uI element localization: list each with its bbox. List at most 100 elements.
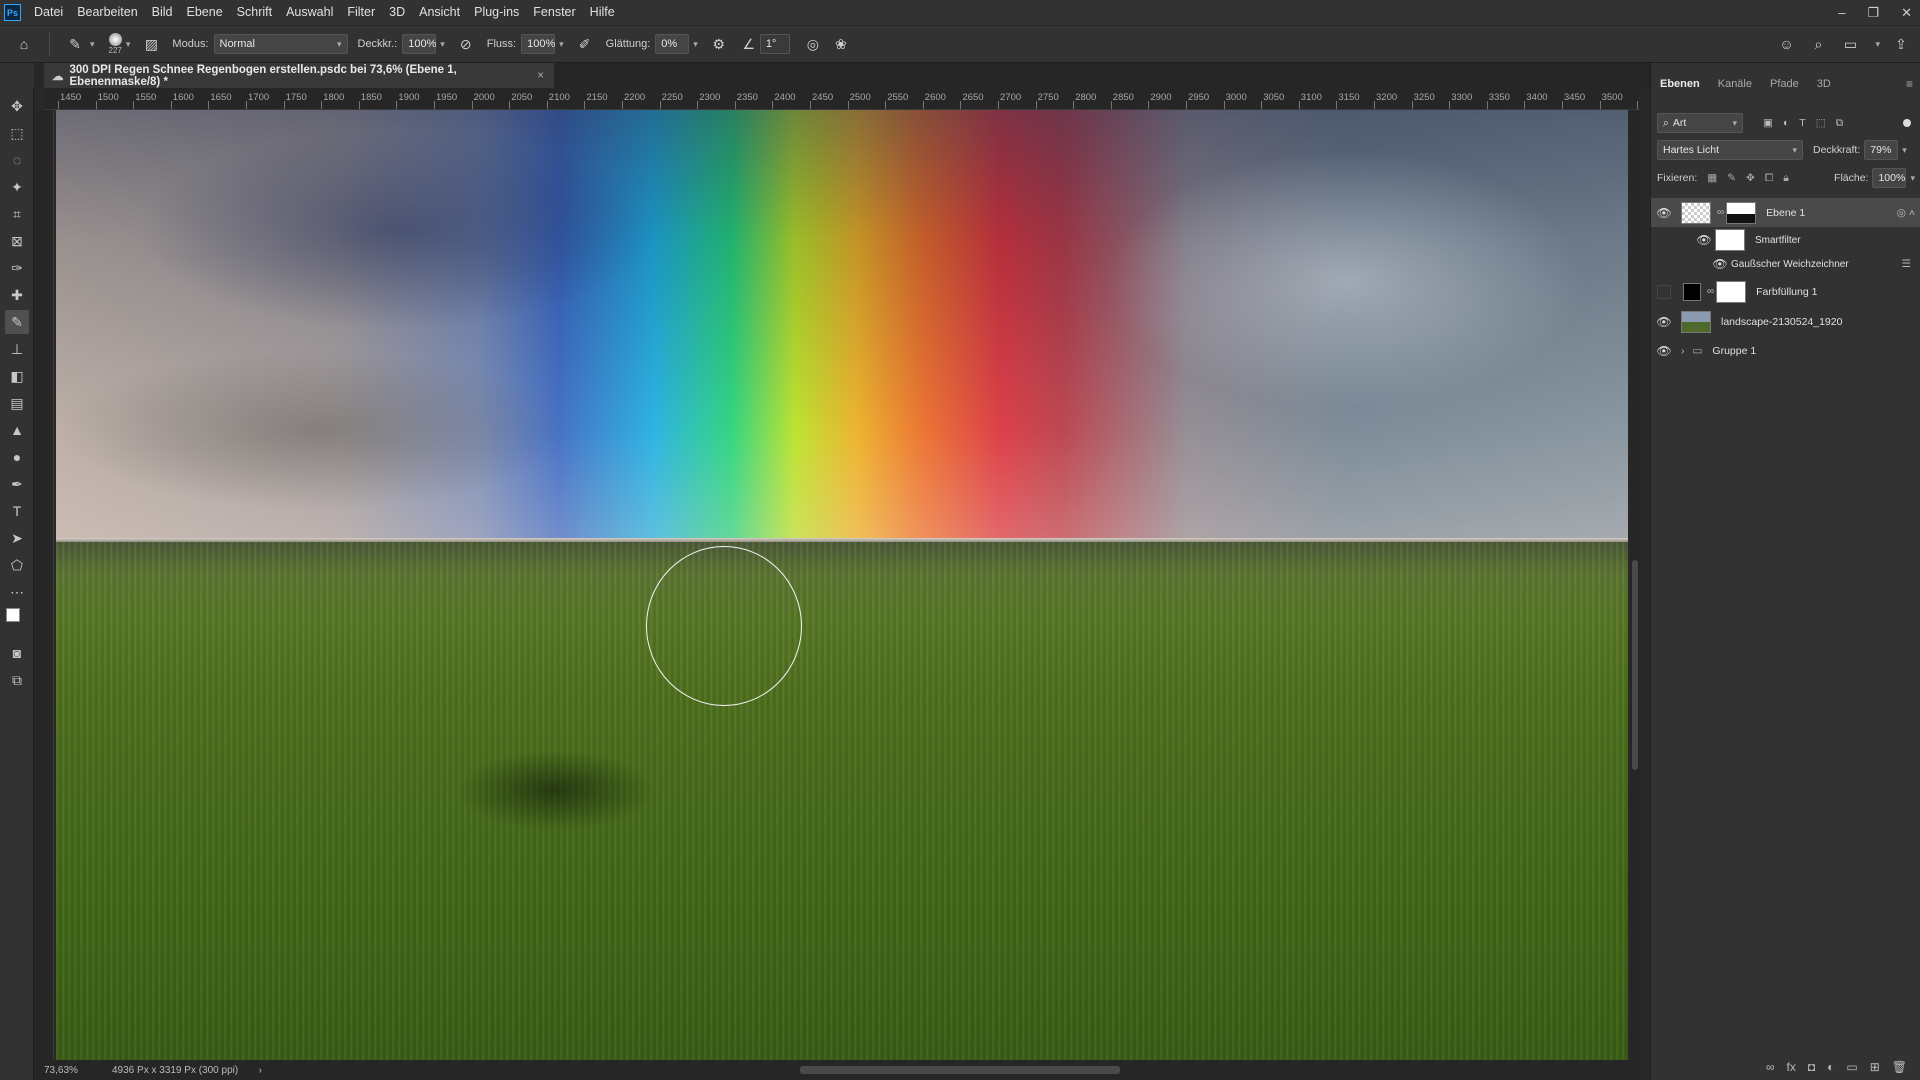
link-layers-icon[interactable]: ∞ — [1766, 1060, 1775, 1074]
layer-filter-select[interactable]: ⌕ Art ▾ — [1657, 113, 1743, 133]
chevron-down-icon[interactable]: ▾ — [1875, 39, 1880, 50]
glaettung-input[interactable]: 0% — [655, 34, 690, 54]
gear-icon[interactable]: ⚙ — [708, 33, 730, 55]
screen-mode-icon[interactable]: ⧉ — [5, 668, 29, 692]
menu-fenster[interactable]: Fenster — [526, 0, 582, 25]
layer-row-landscape[interactable]: 👁︎ landscape-2130524_1920 — [1651, 307, 1920, 336]
chevron-down-icon[interactable]: ▾ — [1902, 145, 1907, 156]
pen-tool-icon[interactable]: ✒ — [5, 472, 29, 496]
eye-hidden-icon[interactable] — [1657, 284, 1671, 299]
layer-opacity-input[interactable]: 79% — [1864, 140, 1899, 160]
chevron-down-icon[interactable]: ▾ — [1910, 173, 1915, 184]
menu-filter[interactable]: Filter — [340, 0, 382, 25]
eye-icon[interactable]: 👁︎ — [1653, 206, 1675, 220]
more-tools-icon[interactable]: ⋯ — [5, 580, 29, 604]
add-mask-icon[interactable]: ◘ — [1808, 1060, 1815, 1074]
airbrush-icon[interactable]: ✐ — [574, 33, 596, 55]
menu-hilfe[interactable]: Hilfe — [583, 0, 622, 25]
smartobject-filter-icon[interactable]: ⧉ — [1836, 117, 1844, 130]
adjustment-layer-icon[interactable]: ◐ — [1827, 1060, 1834, 1074]
layer-row-gaussian-blur[interactable]: 👁︎ Gaußscher Weichzeichner ☰ — [1651, 253, 1920, 275]
trash-icon[interactable]: 🗑︎ — [1892, 1060, 1907, 1074]
horizontal-scrollbar[interactable] — [270, 1060, 1640, 1080]
new-layer-icon[interactable]: ⊞ — [1870, 1060, 1880, 1074]
pressure-size-icon[interactable]: ◎ — [802, 33, 824, 55]
menu-auswahl[interactable]: Auswahl — [279, 0, 340, 25]
deckkraft-input[interactable]: 100% — [402, 34, 436, 54]
new-group-icon[interactable]: ▭ — [1846, 1060, 1857, 1074]
path-selection-tool-icon[interactable]: ➤ — [5, 526, 29, 550]
healing-brush-tool-icon[interactable]: ✚ — [5, 283, 29, 307]
link-icon[interactable]: ∞ — [1707, 286, 1714, 297]
gradient-tool-icon[interactable]: ▤ — [5, 391, 29, 415]
eyedropper-tool-icon[interactable]: ✑ — [5, 256, 29, 280]
status-menu-arrow-icon[interactable]: › — [259, 1065, 262, 1076]
crop-tool-icon[interactable]: ⌗ — [5, 202, 29, 226]
type-filter-icon[interactable]: T — [1799, 117, 1805, 130]
clone-stamp-tool-icon[interactable]: ⊥ — [5, 337, 29, 361]
layer-row-smartfilter[interactable]: 👁︎ Smartfilter — [1651, 227, 1920, 253]
eye-icon[interactable]: 👁︎ — [1653, 344, 1675, 358]
brush-preset-picker[interactable]: 227 — [109, 33, 122, 55]
blur-tool-icon[interactable]: ▲ — [5, 418, 29, 442]
workspace-icon[interactable]: ▭ — [1839, 33, 1861, 55]
lock-pixels-icon[interactable]: ✎ — [1727, 172, 1736, 185]
dodge-tool-icon[interactable]: ● — [5, 445, 29, 469]
brush-settings-icon[interactable]: ▨ — [140, 33, 162, 55]
chevron-right-icon[interactable]: › — [1681, 345, 1685, 357]
menu-ebene[interactable]: Ebene — [180, 0, 230, 25]
lock-all-icon[interactable]: 🔒︎ — [1783, 172, 1789, 185]
brush-tool-icon[interactable]: ✎ — [5, 310, 29, 334]
eye-icon[interactable]: 👁︎ — [1709, 257, 1731, 271]
layer-row-ebene-1[interactable]: 👁︎ ∞ Ebene 1 ◎ ˄ — [1651, 198, 1920, 227]
modus-select[interactable]: Normal ▾ — [213, 34, 348, 54]
chevron-down-icon[interactable]: ▾ — [693, 39, 698, 50]
tab-ebenen[interactable]: Ebenen — [1651, 78, 1709, 90]
menu-bearbeiten[interactable]: Bearbeiten — [70, 0, 144, 25]
shape-filter-icon[interactable]: ⬚ — [1816, 117, 1826, 130]
shape-tool-icon[interactable]: ⬠ — [5, 553, 29, 577]
eye-icon[interactable]: 👁︎ — [1693, 233, 1715, 247]
lock-position-icon[interactable]: ✥ — [1746, 172, 1755, 185]
frame-tool-icon[interactable]: ⊠ — [5, 229, 29, 253]
menu-3d[interactable]: 3D — [382, 0, 412, 25]
share-person-icon[interactable]: ☺ — [1775, 33, 1797, 55]
minimize-button[interactable]: – — [1838, 5, 1845, 20]
filter-toggle-icon[interactable] — [1903, 119, 1911, 127]
foreground-color-swatch[interactable] — [6, 608, 20, 622]
menu-plugins[interactable]: Plug-ins — [467, 0, 526, 25]
chevron-down-icon[interactable]: ▾ — [440, 39, 445, 50]
fill-opacity-input[interactable]: 100% — [1872, 168, 1907, 188]
home-icon[interactable]: ⌂ — [13, 33, 35, 55]
layer-row-gruppe-1[interactable]: 👁︎ › ▭ Gruppe 1 — [1651, 336, 1920, 365]
magic-wand-tool-icon[interactable]: ✦ — [5, 175, 29, 199]
smartfilter-mask-thumbnail[interactable] — [1715, 229, 1745, 251]
zoom-level[interactable]: 73,63% — [44, 1065, 102, 1076]
fx-icon[interactable]: fx — [1787, 1060, 1796, 1074]
chevron-down-icon[interactable]: ▾ — [90, 39, 95, 50]
angle-input[interactable]: 1° — [759, 34, 790, 54]
document-tab[interactable]: ☁ 300 DPI Regen Schnee Regenbogen erstel… — [44, 63, 554, 88]
canvas-area[interactable] — [54, 110, 1640, 1060]
menu-datei[interactable]: Datei — [27, 0, 70, 25]
panel-menu-icon[interactable]: ≡ — [1906, 77, 1913, 91]
blend-mode-select[interactable]: Hartes Licht ▾ — [1657, 140, 1803, 160]
adjustment-filter-icon[interactable]: ◐ — [1783, 117, 1789, 130]
eraser-tool-icon[interactable]: ◧ — [5, 364, 29, 388]
layer-mask-thumbnail[interactable] — [1716, 280, 1747, 303]
tab-kanaele[interactable]: Kanäle — [1709, 78, 1761, 90]
export-icon[interactable]: ⇪ — [1890, 33, 1912, 55]
move-tool-icon[interactable]: ✥ — [5, 94, 29, 118]
quick-mask-icon[interactable]: ◙ — [5, 641, 29, 665]
vertical-scrollbar[interactable] — [1630, 110, 1640, 1060]
marquee-tool-icon[interactable]: ⬚ — [5, 121, 29, 145]
lock-artboard-icon[interactable]: ⧠ — [1765, 172, 1773, 185]
filter-options-icon[interactable]: ☰ — [1902, 258, 1911, 270]
lasso-tool-icon[interactable]: ◌ — [5, 148, 29, 172]
brush-tool-icon[interactable]: ✎ — [64, 33, 86, 55]
fluss-input[interactable]: 100% — [521, 34, 555, 54]
close-window-button[interactable]: ✕ — [1901, 5, 1912, 21]
chevron-down-icon[interactable]: ▾ — [559, 39, 564, 50]
menu-schrift[interactable]: Schrift — [230, 0, 279, 25]
link-icon[interactable]: ∞ — [1717, 207, 1724, 218]
